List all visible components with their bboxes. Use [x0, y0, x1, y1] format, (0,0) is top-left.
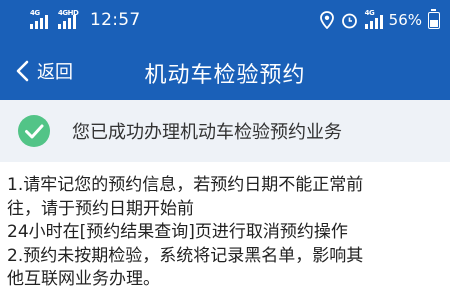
rules-line: 24小时在[预约结果查询]页进行取消预约操作	[7, 222, 348, 242]
battery-percent: 56%	[388, 11, 422, 29]
rules-text: 1.请牢记您的预约信息，若预约日期不能正常前 往，请于预约日期开始前 24小时在…	[7, 174, 450, 292]
rules-line: 往，请于预约日期开始前	[7, 198, 194, 219]
nav-bar: 返回 机动车检验预约	[0, 42, 450, 100]
check-circle-icon	[18, 115, 50, 147]
rules-line: 他互联网业务办理。	[7, 269, 160, 289]
rules-line: 2.预约未按期检验，系统将记录黑名单，影响其	[7, 245, 364, 266]
status-bar-right: 4G 56%	[319, 8, 440, 31]
rules-line: 1.请牢记您的预约信息，若预约日期不能正常前	[7, 175, 364, 195]
location-icon	[319, 11, 334, 29]
signal-icon: 4G	[30, 9, 52, 29]
battery-icon	[428, 8, 440, 29]
status-bar-left: 4G 4GHD 12:57	[30, 9, 141, 31]
notice-text: 您已成功办理机动车检验预约业务	[72, 122, 342, 143]
status-bar: 4G 4GHD 12:57 4G 56%	[0, 0, 450, 42]
page-title: 机动车检验预约	[144, 63, 306, 88]
alarm-icon	[341, 12, 358, 29]
signal-icon: 4GHD	[58, 9, 80, 29]
success-notice: 您已成功办理机动车检验预约业务	[0, 100, 450, 162]
signal-icon: 4G	[364, 9, 383, 29]
battery-fill	[430, 19, 438, 27]
status-time: 12:57	[90, 10, 141, 30]
